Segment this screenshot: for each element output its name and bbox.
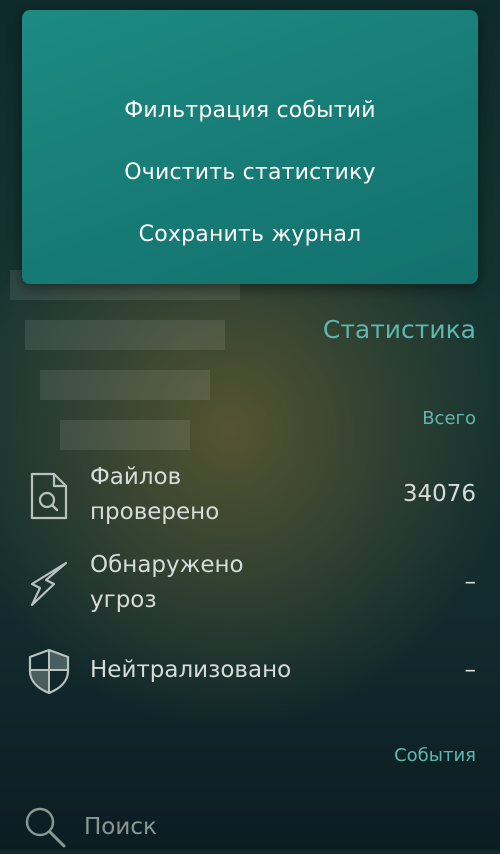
menu-item-clear-statistics[interactable]: Очистить статистику <box>22 154 478 216</box>
statistics-title: Статистика <box>322 315 476 344</box>
stat-value: – <box>464 657 477 683</box>
search-bar[interactable]: Поиск <box>0 800 500 850</box>
stat-value: – <box>464 569 477 595</box>
lightning-icon <box>26 560 72 612</box>
events-label: События <box>394 745 476 766</box>
search-icon <box>22 804 68 854</box>
stat-value: 34076 <box>402 481 476 507</box>
stat-label-line1: Обнаружено <box>90 552 244 578</box>
stat-label-line2: проверено <box>90 499 220 525</box>
stat-label-line1: Файлов <box>90 464 182 490</box>
menu-item-filter-events[interactable]: Фильтрация событий <box>22 92 478 154</box>
file-search-icon <box>26 472 70 524</box>
menu-item-save-log[interactable]: Сохранить журнал <box>22 216 478 278</box>
stat-label: Нейтрализовано <box>90 657 292 683</box>
overflow-menu: Фильтрация событий Очистить статистику С… <box>22 10 478 284</box>
total-label: Всего <box>422 408 476 429</box>
search-input[interactable]: Поиск <box>84 814 157 840</box>
stat-label-line2: угроз <box>90 587 157 613</box>
background-emblem <box>10 270 240 450</box>
shield-icon <box>26 647 72 699</box>
